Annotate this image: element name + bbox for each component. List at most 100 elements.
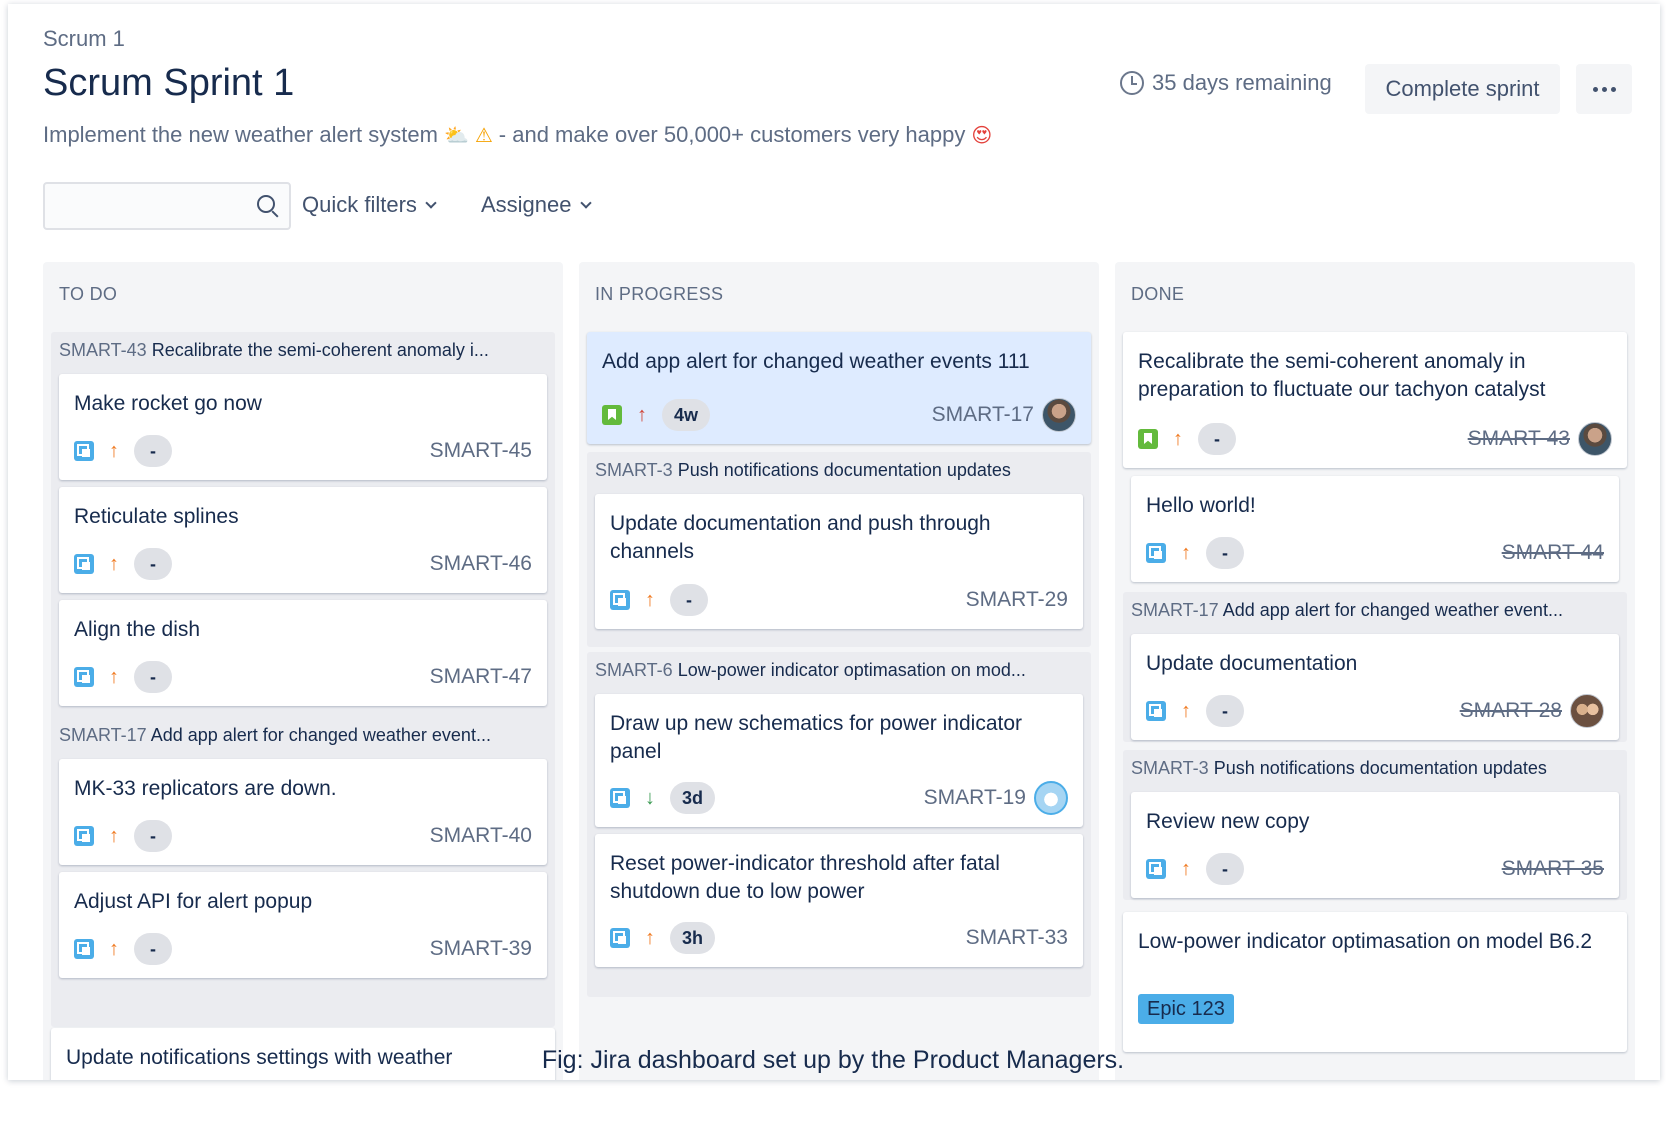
quick-filters-label: Quick filters	[302, 192, 417, 217]
assignee-avatar[interactable]	[1042, 398, 1076, 432]
issue-card[interactable]: Hello world! ↑ - SMART-44	[1131, 476, 1619, 582]
column-done: DONE Recalibrate the semi-coherent anoma…	[1115, 262, 1635, 1080]
issue-key[interactable]: SMART-28	[1460, 699, 1562, 723]
swimlane-title: Low-power indicator optimasation on mod.…	[677, 660, 1026, 680]
subtask-type-icon	[74, 826, 94, 846]
swimlane-key: SMART-6	[595, 660, 673, 680]
priority-medium-icon: ↑	[1181, 858, 1191, 880]
issue-card[interactable]: Update documentation ↑ - SMART-28	[1131, 634, 1619, 740]
issue-key[interactable]: SMART-19	[924, 786, 1026, 810]
more-dot-icon	[1592, 86, 1598, 92]
quick-filters-dropdown[interactable]: Quick filters	[302, 192, 437, 218]
assignee-avatar[interactable]	[1578, 422, 1612, 456]
issue-summary: Adjust API for alert popup	[74, 890, 313, 913]
estimate-badge: -	[1206, 853, 1244, 885]
swimlane-key: SMART-43	[59, 340, 147, 360]
assignee-dropdown[interactable]: Assignee	[481, 192, 592, 218]
breadcrumb[interactable]: Scrum 1	[43, 26, 125, 52]
heart-eyes-emoji-icon: 😍	[971, 124, 993, 147]
issue-card[interactable]: Recalibrate the semi-coherent anomaly in…	[1123, 332, 1627, 468]
warning-emoji-icon: ⚠	[474, 124, 493, 147]
subtask-type-icon	[74, 667, 94, 687]
swimlane-key: SMART-17	[1131, 600, 1219, 620]
issue-card[interactable]: MK-33 replicators are down. ↑ - SMART-40	[59, 759, 547, 865]
assignee-avatar[interactable]	[1034, 781, 1068, 815]
issue-key[interactable]: SMART-46	[430, 552, 532, 576]
estimate-badge: 4w	[662, 399, 711, 431]
swimlane-smart-3: SMART-3 Push notifications documentation…	[587, 452, 1091, 647]
issue-card[interactable]: Update documentation and push through ch…	[595, 494, 1083, 629]
search-input[interactable]	[43, 182, 291, 230]
days-remaining: 35 days remaining	[1120, 70, 1332, 96]
issue-summary: Draw up new schematics for power indicat…	[610, 712, 1023, 763]
priority-medium-icon: ↑	[109, 553, 119, 575]
swimlane-smart-3: SMART-3 Push notifications documentation…	[1123, 750, 1627, 900]
more-actions-button[interactable]	[1576, 64, 1632, 114]
issue-key[interactable]: SMART-29	[966, 588, 1068, 612]
issue-card[interactable]: Draw up new schematics for power indicat…	[595, 694, 1083, 827]
issue-footer: ↑ - SMART-45	[74, 434, 532, 468]
assignee-avatar[interactable]	[1570, 694, 1604, 728]
issue-key[interactable]: SMART-17	[932, 403, 1034, 427]
issue-card-selected[interactable]: Add app alert for changed weather events…	[587, 332, 1091, 444]
issue-summary: MK-33 replicators are down.	[74, 777, 337, 800]
swimlane-title: Push notifications documentation updates	[677, 460, 1011, 480]
assignee-label: Assignee	[481, 192, 572, 217]
estimate-badge: -	[134, 820, 172, 852]
issue-key[interactable]: SMART-40	[430, 824, 532, 848]
days-remaining-text: 35 days remaining	[1152, 70, 1332, 95]
issue-key[interactable]: SMART-33	[966, 926, 1068, 950]
issue-key[interactable]: SMART-35	[1502, 857, 1604, 881]
swimlane-header[interactable]: SMART-6 Low-power indicator optimasation…	[595, 660, 1083, 681]
swimlane-title: Recalibrate the semi-coherent anomaly i.…	[151, 340, 489, 360]
estimate-badge: -	[1206, 537, 1244, 569]
priority-medium-icon: ↑	[1181, 542, 1191, 564]
swimlane-header[interactable]: SMART-3 Push notifications documentation…	[595, 460, 1083, 481]
issue-summary: Update documentation	[1146, 652, 1358, 675]
estimate-badge: -	[134, 661, 172, 693]
issue-card[interactable]: Review new copy ↑ - SMART-35	[1131, 792, 1619, 898]
swimlane-header[interactable]: SMART-17 Add app alert for changed weath…	[59, 725, 547, 746]
priority-high-icon: ↑	[637, 404, 647, 426]
issue-card[interactable]: Reticulate splines ↑ - SMART-46	[59, 487, 547, 593]
swimlane-header[interactable]: SMART-17 Add app alert for changed weath…	[1131, 600, 1619, 621]
issue-card[interactable]: Make rocket go now ↑ - SMART-45	[59, 374, 547, 480]
sun-cloud-emoji-icon: ⛅	[443, 124, 469, 147]
issue-card[interactable]: Align the dish ↑ - SMART-47	[59, 600, 547, 706]
issue-summary: Update documentation and push through ch…	[610, 512, 991, 563]
issue-summary: Recalibrate the semi-coherent anomaly in…	[1138, 350, 1546, 401]
swimlane-header[interactable]: SMART-43 Recalibrate the semi-coherent a…	[59, 340, 547, 361]
issue-summary: Hello world!	[1146, 494, 1256, 517]
estimate-badge: -	[670, 584, 708, 616]
issue-footer: ↑ - SMART-43	[1138, 422, 1612, 456]
priority-medium-icon: ↑	[109, 666, 119, 688]
subtask-type-icon	[74, 939, 94, 959]
issue-footer: ↑ - SMART-35	[1146, 852, 1604, 886]
issue-footer: ↑ - SMART-46	[74, 547, 532, 581]
swimlane-header[interactable]: SMART-3 Push notifications documentation…	[1131, 758, 1619, 779]
estimate-badge: -	[1206, 695, 1244, 727]
complete-sprint-button[interactable]: Complete sprint	[1365, 64, 1560, 114]
story-type-icon	[602, 405, 622, 425]
issue-key[interactable]: SMART-43	[1468, 427, 1570, 451]
issue-key[interactable]: SMART-39	[430, 937, 532, 961]
swimlane-smart-43: SMART-43 Recalibrate the semi-coherent a…	[51, 332, 555, 732]
estimate-badge: -	[134, 435, 172, 467]
issue-card[interactable]: Low-power indicator optimasation on mode…	[1123, 912, 1627, 1052]
column-header-in-progress: IN PROGRESS	[595, 284, 724, 304]
issue-card[interactable]: Adjust API for alert popup ↑ - SMART-39	[59, 872, 547, 978]
column-in-progress: IN PROGRESS Add app alert for changed we…	[579, 262, 1099, 1080]
issue-key[interactable]: SMART-45	[430, 439, 532, 463]
priority-medium-icon: ↑	[645, 589, 655, 611]
subtask-type-icon	[610, 590, 630, 610]
subtask-type-icon	[74, 441, 94, 461]
issue-footer: ↑ - SMART-44	[1146, 536, 1604, 570]
issue-summary: Make rocket go now	[74, 392, 262, 415]
epic-label[interactable]: Epic 123	[1138, 994, 1234, 1024]
sprint-goal-text-1: Implement the new weather alert system	[43, 122, 438, 147]
issue-card[interactable]: Reset power-indicator threshold after fa…	[595, 834, 1083, 967]
issue-key[interactable]: SMART-44	[1502, 541, 1604, 565]
priority-medium-icon: ↑	[1181, 700, 1191, 722]
sprint-goal: Implement the new weather alert system ⛅…	[43, 122, 992, 148]
issue-key[interactable]: SMART-47	[430, 665, 532, 689]
